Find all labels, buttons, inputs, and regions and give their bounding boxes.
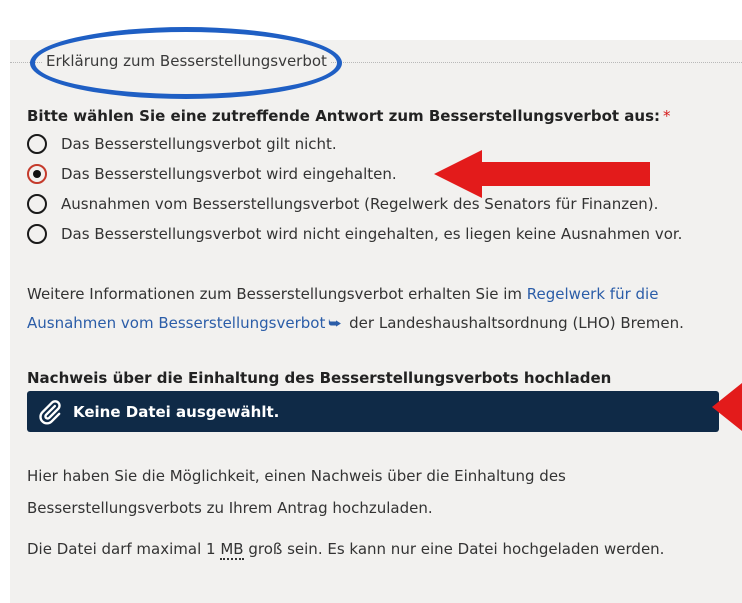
info-paragraph: Weitere Informationen zum Besserstellung… [27, 280, 727, 339]
radio-option-nicht-eingehalten[interactable]: Das Besserstellungsverbot wird nicht ein… [27, 223, 682, 245]
upload-title: Nachweis über die Einhaltung des Bessers… [27, 369, 612, 387]
radio-option-eingehalten[interactable]: Das Besserstellungsverbot wird eingehalt… [27, 163, 397, 185]
help-line: Besserstellungsverbots zu Ihrem Antrag h… [27, 499, 433, 517]
radio-label[interactable]: Ausnahmen vom Besserstellungsverbot (Reg… [61, 195, 658, 213]
radio-label[interactable]: Das Besserstellungsverbot wird nicht ein… [61, 225, 682, 243]
fieldset-legend: Erklärung zum Besserstellungsverbot [42, 52, 331, 70]
external-link-icon[interactable]: ⮩ [328, 316, 341, 332]
info-text-after: der Landeshaushaltsordnung (LHO) Bremen. [344, 314, 684, 332]
question-label: Bitte wählen Sie eine zutreffende Antwor… [27, 107, 671, 125]
radio-button-selected[interactable] [27, 164, 47, 184]
question-text: Bitte wählen Sie eine zutreffende Antwor… [27, 107, 660, 125]
unit-abbreviation: MB [220, 540, 244, 560]
radio-button[interactable] [27, 134, 47, 154]
radio-label[interactable]: Das Besserstellungsverbot gilt nicht. [61, 135, 337, 153]
limit-text: Die Datei darf maximal 1 [27, 540, 221, 558]
radio-option-ausnahmen[interactable]: Ausnahmen vom Besserstellungsverbot (Reg… [27, 193, 658, 215]
radio-label[interactable]: Das Besserstellungsverbot wird eingehalt… [61, 165, 397, 183]
info-text: Weitere Informationen zum Besserstellung… [27, 285, 527, 303]
required-marker: * [663, 107, 671, 125]
file-upload-button[interactable]: Keine Datei ausgewählt. [27, 391, 719, 432]
upload-status[interactable]: Keine Datei ausgewählt. [73, 403, 279, 421]
file-limit-text: Die Datei darf maximal 1 MB groß sein. E… [27, 540, 665, 560]
help-line: Hier haben Sie die Möglichkeit, einen Na… [27, 467, 566, 485]
radio-button[interactable] [27, 224, 47, 244]
help-text: Hier haben Sie die Möglichkeit, einen Na… [27, 460, 727, 524]
paperclip-icon [37, 399, 63, 425]
limit-text-after: groß sein. Es kann nur eine Datei hochge… [243, 540, 665, 558]
radio-button[interactable] [27, 194, 47, 214]
radio-option-gilt-nicht[interactable]: Das Besserstellungsverbot gilt nicht. [27, 133, 337, 155]
